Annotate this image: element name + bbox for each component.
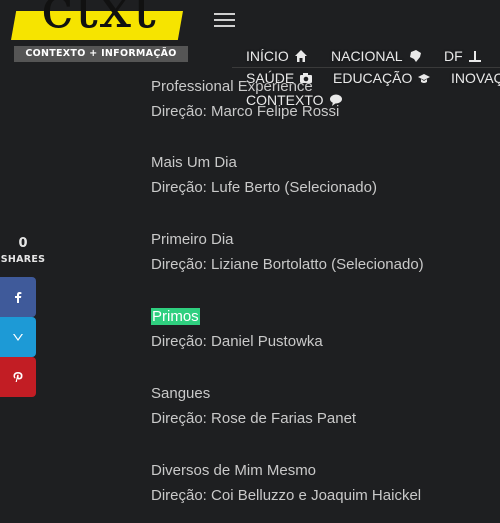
film-director: Direção: Daniel Pustowka [151,333,323,350]
menu-item-df[interactable]: DF [444,48,482,64]
hamburger-menu-icon[interactable] [214,13,235,29]
pinterest-icon [12,371,24,383]
menu-item-label: NACIONAL [331,48,403,64]
menu-item-inicio[interactable]: INÍCIO [246,48,308,64]
home-icon [294,49,308,63]
menu-item-saude[interactable]: SAÚDE [246,70,313,86]
film-title-highlighted: Primos [151,308,200,325]
film-title: Sangues [151,385,211,402]
menu-item-label: SAÚDE [246,70,295,86]
share-counter: 0 SHARES [0,236,46,265]
film-director: Direção: Rose de Farias Panet [151,410,357,427]
film-director: Direção: Coi Belluzzo e Joaquim Haickel [151,487,422,504]
film-entry: Sangues Direção: Rose de Farias Panet [151,384,356,429]
menu-item-contexto[interactable]: CONTEXTO [246,92,343,108]
menu-item-label: INÍCIO [246,48,289,64]
menu-item-nacional[interactable]: NACIONAL [331,48,422,64]
twitter-share-button[interactable] [0,317,36,357]
film-title: Diversos de Mim Mesmo [151,462,317,479]
film-entry: Diversos de Mim Mesmo Direção: Coi Bellu… [151,461,421,506]
menu-item-inovacao[interactable]: INOVAÇ [451,70,500,86]
film-director: Direção: Lufe Berto (Selecionado) [151,179,377,196]
logo-wordmark: ctxt [41,0,157,41]
film-entry: Primos Direção: Daniel Pustowka [151,307,323,352]
share-count: 0 [18,236,28,251]
film-director: Direção: Liziane Bortolatto (Selecionado… [151,256,424,273]
menu-item-label: INOVAÇ [451,70,500,86]
share-label: SHARES [0,254,46,265]
menu-divider [232,67,500,68]
facebook-icon [12,291,24,303]
speech-bubble-icon [329,93,343,107]
logo-subtitle: CONTEXTO + INFORMAÇÃO [14,46,188,62]
site-logo[interactable]: ctxt CONTEXTO + INFORMAÇÃO [11,0,188,64]
camera-icon [299,71,313,85]
menu-item-label: DF [444,48,463,64]
menu-item-label: CONTEXTO [246,92,324,108]
film-entry: Primeiro Dia Direção: Liziane Bortolatto… [151,230,424,275]
facebook-share-button[interactable] [0,277,36,317]
film-entry: Mais Um Dia Direção: Lufe Berto (Selecio… [151,153,377,198]
brazil-map-icon [408,49,422,63]
monument-icon [468,49,482,63]
film-title: Primeiro Dia [151,231,234,248]
menu-item-label: EDUCAÇÃO [333,70,413,86]
film-title: Mais Um Dia [151,154,237,171]
twitter-icon [12,331,24,343]
menu-item-educacao[interactable]: EDUCAÇÃO [333,70,431,86]
pinterest-share-button[interactable] [0,357,36,397]
graduation-cap-icon [417,71,431,85]
